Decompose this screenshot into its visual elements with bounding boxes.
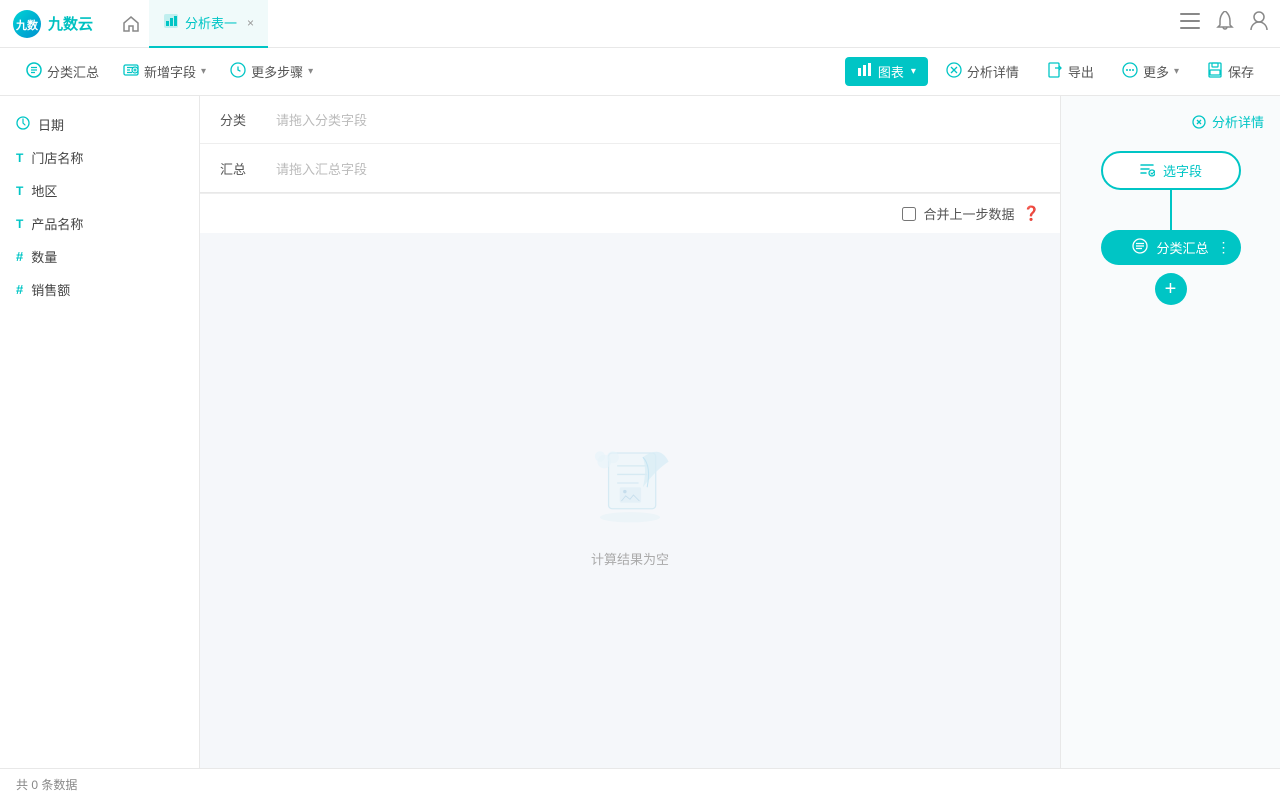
add-field-icon [123,62,139,82]
right-panel: 分析详情 选字段 [1060,96,1280,768]
save-icon [1207,62,1223,82]
add-field-button[interactable]: 新增字段 ▾ [113,57,216,87]
field-sales-amount[interactable]: # 销售额 [0,273,199,306]
merge-help-icon[interactable]: ❓ [1023,205,1040,222]
field-store-name[interactable]: T 门店名称 [0,141,199,174]
classify-summary-label: 分类汇总 [47,62,99,81]
add-step-icon: + [1165,278,1177,301]
toolbar: 分类汇总 新增字段 ▾ 更多步骤 ▾ [0,48,1280,96]
empty-state-text: 计算结果为空 [591,549,669,568]
more-label: 更多 [1143,62,1169,81]
field-date[interactable]: 日期 [0,108,199,141]
summary-drop-row: 汇总 请拖入汇总字段 [200,144,1060,192]
add-step-button[interactable]: + [1155,273,1187,305]
field-sales-amount-label: 销售额 [31,280,70,299]
more-steps-label: 更多步骤 [251,62,303,81]
more-button[interactable]: 更多 ▾ [1112,57,1189,87]
top-nav-right [1180,11,1268,36]
save-label: 保存 [1228,62,1254,81]
field-quantity-label: 数量 [31,247,57,266]
field-type-number-icon-2: # [16,282,23,297]
summary-drop-area[interactable]: 请拖入汇总字段 [260,147,1040,190]
analysis-detail-toolbar-label: 分析详情 [967,62,1019,81]
tab-icon [163,13,179,32]
more-chevron-icon: ▾ [1174,66,1179,77]
node-more-icon[interactable]: ⋮ [1217,239,1231,256]
merge-checkbox[interactable] [902,207,916,221]
toolbar-right: 图表 ▾ 分析详情 导出 [845,57,1264,87]
field-quantity[interactable]: # 数量 [0,240,199,273]
empty-state: 计算结果为空 [200,233,1060,768]
export-label: 导出 [1068,62,1094,81]
notification-icon[interactable] [1216,11,1234,36]
center-panel: 分类 请拖入分类字段 汇总 请拖入汇总字段 合并上一步数据 ❓ [200,96,1060,768]
field-date-label: 日期 [38,115,64,134]
select-field-node-label: 选字段 [1163,161,1202,180]
record-count: 0 [31,778,38,792]
logo[interactable]: 九数 九数云 [12,9,93,39]
field-product-name[interactable]: T 产品名称 [0,207,199,240]
merge-label: 合并上一步数据 [924,204,1015,223]
field-type-date-icon [16,116,30,133]
logo-text: 九数云 [48,13,93,34]
pipeline-connector-1 [1170,190,1172,230]
analysis-detail-right-button[interactable]: 分析详情 [1061,108,1280,143]
classify-drop-area[interactable]: 请拖入分类字段 [260,98,1040,141]
tab-close-button[interactable]: × [247,16,254,30]
user-icon[interactable] [1250,11,1268,36]
classify-summary-node-label: 分类汇总 [1156,238,1208,257]
export-button[interactable]: 导出 [1037,57,1104,87]
field-store-name-label: 门店名称 [31,148,83,167]
main-content: 日期 T 门店名称 T 地区 T 产品名称 # 数量 # 销售额 分类 请拖入分… [0,96,1280,768]
top-nav: 九数 九数云 分析表一 × [0,0,1280,48]
left-panel: 日期 T 门店名称 T 地区 T 产品名称 # 数量 # 销售额 [0,96,200,768]
pipeline-classify-summary-node[interactable]: 分类汇总 ⋮ [1101,230,1241,265]
add-field-label: 新增字段 [144,62,196,81]
empty-illustration [570,433,690,533]
summary-drop-label: 汇总 [220,159,260,178]
pipeline-container: 选字段 分类汇总 ⋮ + [1061,143,1280,313]
field-region-label: 地区 [31,181,57,200]
chart-chevron-icon: ▾ [911,66,916,77]
classify-summary-icon [26,62,42,82]
classify-drop-row: 分类 请拖入分类字段 [200,96,1060,144]
classify-drop-label: 分类 [220,110,260,129]
tab-bar: 分析表一 × [149,0,1180,48]
field-type-text-icon-2: T [16,184,23,198]
more-steps-icon [230,62,246,82]
merge-row: 合并上一步数据 ❓ [200,193,1060,233]
field-type-text-icon-1: T [16,151,23,165]
tab-label: 分析表一 [185,13,237,32]
select-field-node-icon [1139,161,1155,180]
field-type-text-icon-3: T [16,217,23,231]
classify-summary-node-icon [1132,238,1148,257]
analysis-detail-right-label: 分析详情 [1212,112,1264,131]
field-region[interactable]: T 地区 [0,174,199,207]
home-button[interactable] [113,6,149,42]
export-icon [1047,62,1063,82]
analysis-detail-icon [946,62,962,82]
more-steps-button[interactable]: 更多步骤 ▾ [220,57,323,87]
menu-icon[interactable] [1180,13,1200,34]
pipeline-select-field-node[interactable]: 选字段 [1101,151,1241,190]
save-button[interactable]: 保存 [1197,57,1264,87]
field-product-name-label: 产品名称 [31,214,83,233]
tab-analysis-one[interactable]: 分析表一 × [149,0,268,48]
record-count-suffix: 条数据 [41,776,77,793]
more-icon [1122,62,1138,82]
classify-summary-button[interactable]: 分类汇总 [16,57,109,87]
field-type-number-icon-1: # [16,249,23,264]
add-field-chevron-icon: ▾ [201,66,206,77]
chart-button[interactable]: 图表 ▾ [845,57,928,86]
svg-text:九数: 九数 [15,18,39,32]
bottom-bar: 共 0 条数据 [0,768,1280,800]
chart-icon [857,62,873,81]
record-count-prefix: 共 [16,776,28,793]
drop-zone-container: 分类 请拖入分类字段 汇总 请拖入汇总字段 [200,96,1060,193]
analysis-detail-toolbar-button[interactable]: 分析详情 [936,57,1029,87]
chart-label: 图表 [878,62,904,81]
more-steps-chevron-icon: ▾ [308,66,313,77]
